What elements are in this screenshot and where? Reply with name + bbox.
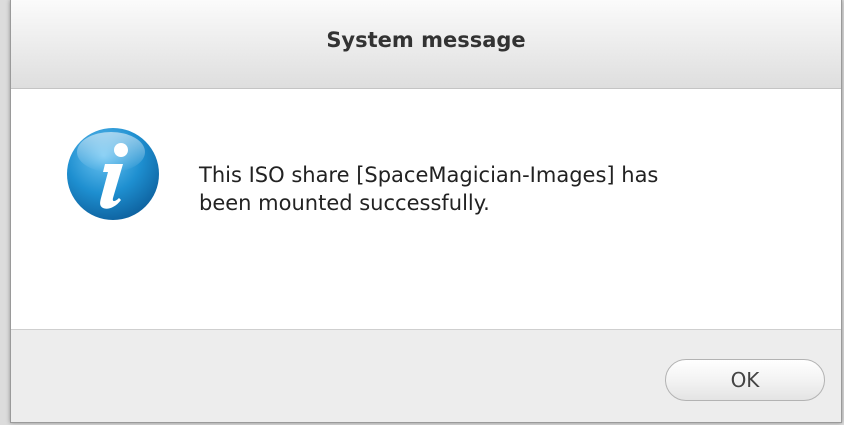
system-message-dialog: System message This ISO share [SpaceMagi… bbox=[10, 0, 842, 423]
dialog-message: This ISO share [SpaceMagician-Images] ha… bbox=[199, 161, 799, 217]
dialog-titlebar: System message bbox=[11, 0, 841, 89]
message-line-2: been mounted successfully. bbox=[199, 191, 490, 215]
dialog-title: System message bbox=[326, 28, 526, 52]
dialog-footer: OK bbox=[11, 329, 841, 422]
info-icon bbox=[67, 128, 159, 220]
ok-button[interactable]: OK bbox=[665, 359, 825, 401]
dialog-content: This ISO share [SpaceMagician-Images] ha… bbox=[11, 89, 841, 329]
message-line-1: This ISO share [SpaceMagician-Images] ha… bbox=[199, 163, 659, 187]
